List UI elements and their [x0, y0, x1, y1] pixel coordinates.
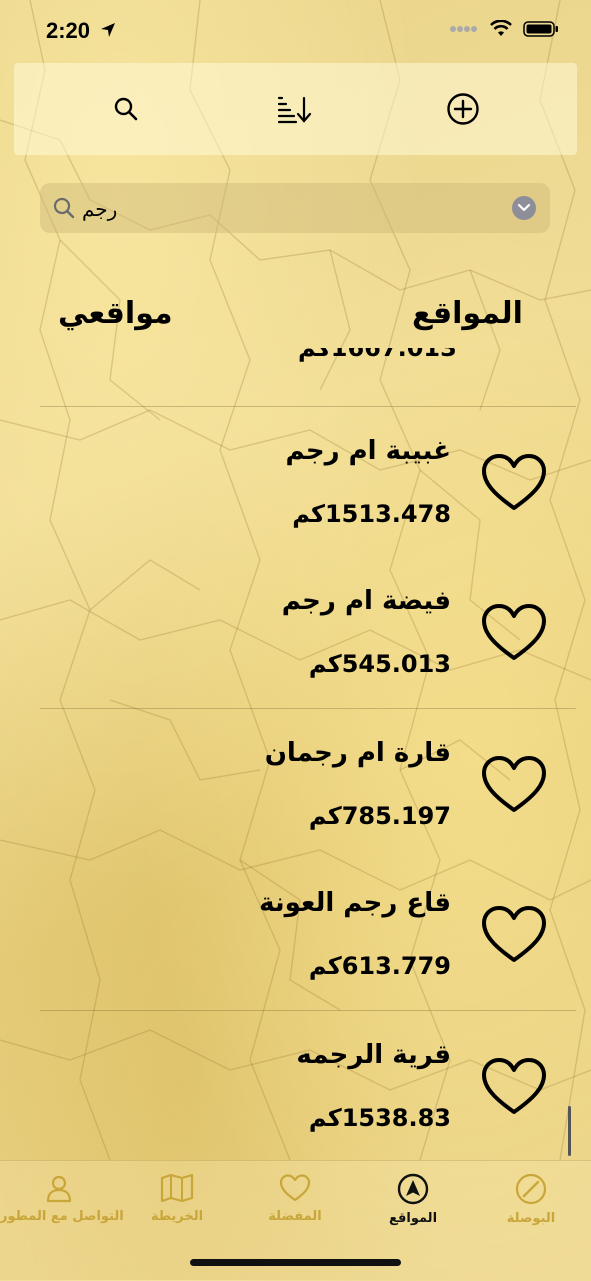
location-arrow-icon [397, 1173, 429, 1205]
tab-map[interactable]: الخريطة [118, 1173, 236, 1224]
tab-label: المفضلة [268, 1209, 322, 1224]
location-distance: 1513.478كم [292, 500, 451, 528]
favorite-heart-icon[interactable] [480, 452, 548, 514]
location-distance: 1538.83كم [308, 1104, 451, 1132]
status-bar: 2:20 [0, 0, 591, 62]
add-location-button[interactable] [445, 91, 481, 127]
map-icon [160, 1173, 194, 1203]
location-name: قاع رجم العونة [259, 888, 451, 918]
location-name: قارة ام رجمان [264, 738, 451, 768]
sort-descending-icon [277, 96, 312, 124]
compass-icon [515, 1173, 547, 1205]
favorite-heart-icon[interactable] [480, 602, 548, 664]
plus-circle-icon [447, 93, 479, 125]
favorite-heart-icon[interactable] [480, 904, 548, 966]
divider [40, 708, 576, 709]
divider [40, 406, 576, 407]
location-name: فيضة ام رجم [281, 586, 451, 616]
list-item[interactable]: غبيبة ام رجم 1513.478كم [0, 408, 591, 558]
list-item[interactable]: قرية الرجمه 1538.83كم [0, 1012, 591, 1160]
search-input[interactable] [80, 191, 504, 227]
search-options-button[interactable] [512, 196, 536, 220]
list-item[interactable]: فيضة ام رجم 545.013كم [0, 558, 591, 708]
location-name: قرية الرجمه [296, 1040, 451, 1070]
list-item[interactable]: قاع رجم العونة 613.779كم [0, 860, 591, 1010]
location-distance: 613.779كم [308, 952, 451, 980]
list-item[interactable]: قارة ام رجمان 785.197كم [0, 710, 591, 860]
search-field-icon [53, 197, 75, 219]
battery-icon [523, 21, 558, 37]
tab-locations[interactable]: المواقع [354, 1173, 472, 1226]
divider [40, 1010, 576, 1011]
tab-compass[interactable]: البوصلة [472, 1173, 590, 1226]
search-icon [114, 97, 138, 121]
heart-icon [279, 1174, 311, 1202]
status-indicators [449, 20, 559, 38]
locations-heading[interactable]: المواقع [412, 296, 523, 331]
locations-list[interactable]: 1667.013كم غبيبة ام رجم 1513.478كم فيضة … [0, 348, 591, 1160]
favorite-heart-icon[interactable] [480, 1056, 548, 1118]
scroll-indicator[interactable] [568, 1106, 571, 1156]
location-distance: 545.013كم [308, 650, 451, 678]
location-services-icon [101, 23, 115, 37]
top-toolbar [14, 63, 577, 155]
location-name: غبيبة ام رجم [285, 436, 451, 466]
chevron-down-icon [517, 203, 531, 212]
tab-favorites[interactable]: المفضلة [236, 1173, 354, 1224]
search-button[interactable] [108, 91, 144, 127]
status-time: 2:20 [46, 18, 91, 43]
sort-button[interactable] [276, 91, 312, 127]
signal-icon [450, 26, 477, 32]
home-indicator[interactable] [190, 1259, 401, 1266]
my-locations-heading[interactable]: مواقعي [58, 296, 173, 331]
tab-label: التواصل مع المطور [0, 1209, 124, 1224]
tab-label: البوصلة [506, 1211, 556, 1226]
person-icon [46, 1175, 72, 1203]
wifi-icon [490, 20, 512, 36]
tab-label: المواقع [388, 1211, 438, 1226]
search-bar [40, 183, 550, 233]
tab-label: الخريطة [150, 1209, 204, 1224]
location-distance: 785.197كم [308, 802, 451, 830]
tab-contact-developer[interactable]: التواصل مع المطور [0, 1173, 124, 1224]
partial-item-distance: 1667.013كم [298, 348, 457, 362]
favorite-heart-icon[interactable] [480, 754, 548, 816]
